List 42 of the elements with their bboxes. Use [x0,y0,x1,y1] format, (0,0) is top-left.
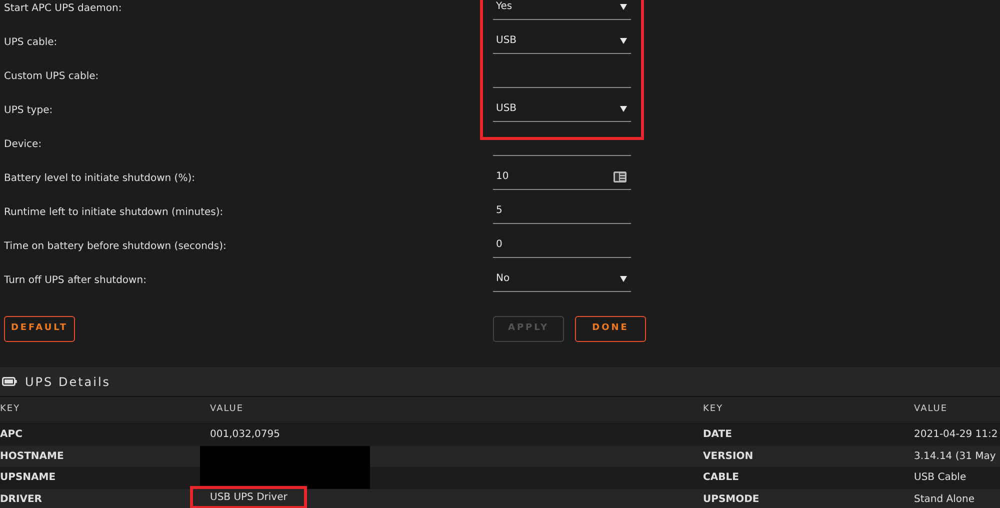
table-cell: VERSION [703,450,754,462]
field-label: Device: [4,138,42,152]
column-header: VALUE [210,403,245,416]
field-label: Time on battery before shutdown (seconds): [4,240,226,254]
caret-icon [620,276,627,282]
field-label: UPS type: [4,104,53,118]
column-header: KEY [0,403,22,416]
table-cell: APC [0,429,22,440]
field-label: Turn off UPS after shutdown: [4,274,146,288]
input-field[interactable]: 0 [493,232,631,258]
column-header: VALUE [914,403,948,416]
table-cell: DRIVER [0,494,42,505]
table-cell: 2021-04-29 11:2 [914,429,998,440]
table-cell: HOSTNAME [0,450,64,462]
field-label: Start APC UPS daemon: [4,2,122,16]
table-cell: UPSMODE [703,494,760,505]
dropdown[interactable]: USB [493,96,631,122]
column-header: KEY [703,403,724,416]
default-button[interactable]: DEFAULT [4,316,75,342]
caret-icon [620,106,627,112]
input-field[interactable]: 5 [493,198,631,224]
table-cell: Stand Alone [914,494,974,505]
field-label: Custom UPS cable: [4,70,99,84]
input-field[interactable]: 10 [493,164,631,190]
table-cell: DATE [703,429,732,440]
table-cell-text: 001,032,0795 [210,428,280,442]
table-cell: UPSNAME [0,472,56,484]
caret-icon [620,38,627,44]
table-cell: USB Cable [914,472,966,484]
battery-icon [2,377,17,386]
table-cell: CABLE [703,472,739,484]
panel-title: UPS Details [25,374,111,390]
dropdown[interactable]: Yes [493,0,631,20]
dropdown[interactable]: USB [493,28,631,54]
field-label: Runtime left to initiate shutdown (minutes): [4,206,224,220]
dropdown[interactable]: No [493,266,631,292]
field-label: UPS cable: [4,36,58,50]
caret-icon [620,4,627,10]
field-label: Battery level to initiate shutdown (%): [4,172,195,186]
done-button[interactable]: DONE [575,316,646,342]
table-cell: USB UPS Driver [190,486,308,508]
table-cell: 3.14.14 (31 May [914,450,996,462]
